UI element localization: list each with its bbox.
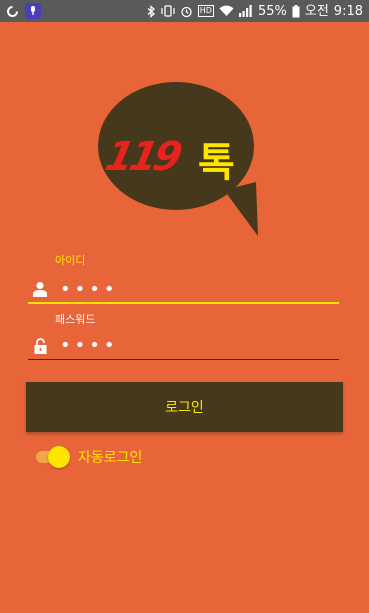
bluetooth-icon — [147, 4, 156, 18]
vibrate-icon — [161, 5, 175, 17]
wifi-icon — [219, 5, 234, 17]
signal-icon — [238, 5, 253, 17]
status-bar: HD 55% 오전 9:18 — [0, 0, 369, 22]
hd-voice-icon: HD — [197, 5, 214, 17]
id-label: 아이디 — [55, 254, 86, 267]
user-icon — [30, 279, 50, 299]
hd-voice-label: HD — [197, 5, 214, 17]
auto-login-row[interactable]: 자동로그인 — [36, 444, 142, 470]
logo-word: 톡 — [198, 140, 235, 186]
password-input[interactable] — [60, 335, 320, 356]
toggle-thumb[interactable] — [48, 446, 70, 468]
password-field[interactable] — [28, 332, 339, 360]
login-button[interactable]: 로그인 — [26, 382, 343, 432]
alarm-icon — [180, 5, 193, 18]
password-label: 패스워드 — [55, 313, 96, 326]
status-time: 9:18 — [333, 3, 363, 19]
auto-login-label: 자동로그인 — [78, 450, 143, 466]
circle-arrow-icon — [6, 5, 19, 18]
id-field[interactable] — [28, 276, 339, 304]
lock-icon — [30, 336, 50, 356]
logo-number: 119 — [101, 134, 183, 180]
id-input[interactable] — [60, 278, 320, 300]
status-period: 오전 — [304, 3, 329, 19]
battery-icon — [292, 4, 300, 18]
auto-login-toggle[interactable] — [36, 446, 70, 468]
battery-percent: 55% — [257, 3, 287, 19]
app-notification-icon — [25, 3, 41, 19]
app-logo: 119 톡 — [96, 78, 266, 243]
